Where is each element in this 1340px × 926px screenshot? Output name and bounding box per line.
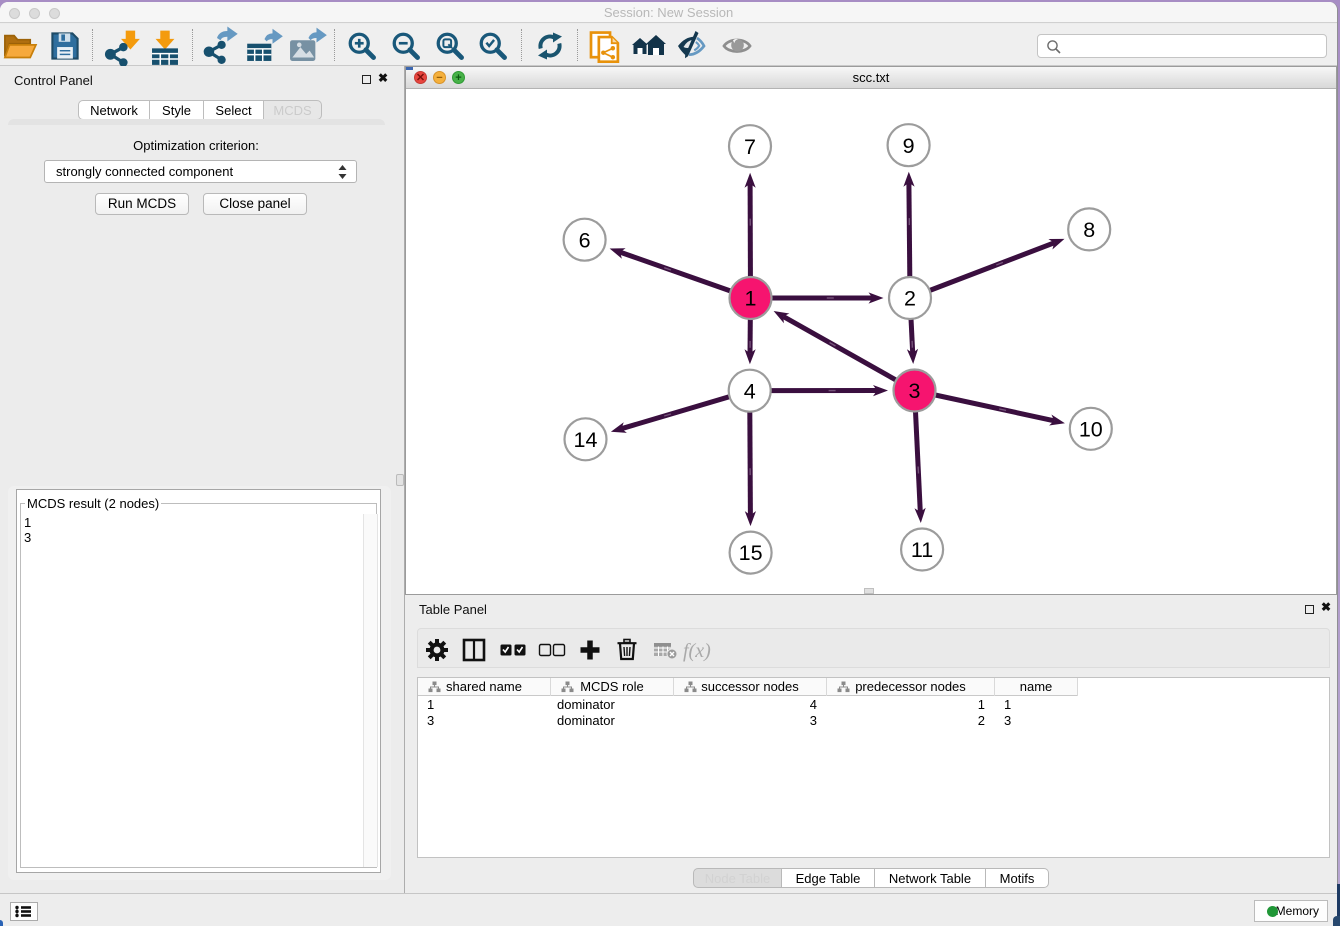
svg-text:8: 8: [1083, 218, 1095, 242]
svg-text:2: 2: [904, 287, 916, 311]
svg-text:7: 7: [744, 135, 756, 159]
svg-text:1: 1: [745, 287, 757, 311]
svg-text:14: 14: [574, 428, 598, 452]
svg-text:3: 3: [909, 379, 921, 403]
svg-text:6: 6: [579, 228, 591, 252]
svg-text:11: 11: [911, 538, 933, 562]
svg-text:10: 10: [1079, 417, 1103, 441]
svg-text:15: 15: [739, 541, 763, 565]
svg-text:9: 9: [903, 134, 915, 158]
svg-text:4: 4: [744, 379, 756, 403]
svg-text:f(x): f(x): [683, 640, 711, 662]
